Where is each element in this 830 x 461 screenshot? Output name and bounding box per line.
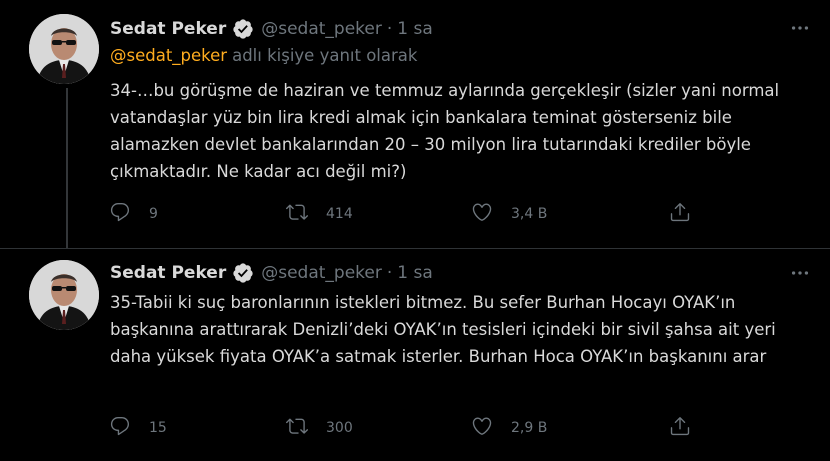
share-button[interactable] [669, 413, 691, 443]
timestamp[interactable]: 1 sa [397, 263, 433, 283]
reply-icon [109, 201, 131, 227]
share-button[interactable] [669, 199, 691, 229]
like-button[interactable]: 3,4 B [471, 199, 547, 229]
separator-dot: · [386, 19, 393, 39]
retweet-count: 300 [326, 420, 353, 436]
reply-icon [109, 415, 131, 441]
like-icon [471, 415, 493, 441]
more-icon[interactable] [786, 14, 814, 42]
tweet-text: 35-Tabii ki suç baronlarının istekleri b… [110, 293, 776, 366]
avatar-image [29, 14, 99, 84]
share-icon [669, 415, 691, 441]
retweet-count: 414 [326, 206, 353, 222]
share-icon [669, 201, 691, 227]
reply-mention-link[interactable]: @sedat_peker [110, 46, 227, 65]
reply-button[interactable]: 9 [109, 199, 158, 229]
tweet-actions: 15 300 2,9 B [105, 413, 705, 443]
author-handle[interactable]: @sedat_peker [261, 19, 382, 39]
reply-context-text: adlı kişiye yanıt olarak [232, 46, 418, 65]
more-icon[interactable] [786, 259, 814, 287]
tweet-header: Sedat Peker @sedat_peker · 1 sa [110, 258, 433, 288]
timestamp[interactable]: 1 sa [397, 19, 433, 39]
author-name[interactable]: Sedat Peker [110, 263, 226, 283]
tweet-actions: 9 414 3,4 B [105, 199, 705, 229]
retweet-icon [286, 201, 308, 227]
retweet-button[interactable]: 300 [286, 413, 353, 443]
reply-button[interactable]: 15 [109, 413, 167, 443]
tweet[interactable]: Sedat Peker @sedat_peker · 1 sa @sedat_p… [0, 0, 830, 249]
author-handle[interactable]: @sedat_peker [261, 263, 382, 283]
reply-count: 15 [149, 420, 167, 436]
verified-icon [232, 18, 254, 40]
like-button[interactable]: 2,9 B [471, 413, 547, 443]
like-icon [471, 201, 493, 227]
like-count: 3,4 B [511, 206, 548, 222]
avatar[interactable] [29, 14, 99, 84]
tweet[interactable]: Sedat Peker @sedat_peker · 1 sa 35-Tabii… [0, 249, 830, 461]
tweet-text: 34-…bu görüşme de haziran ve temmuz ayla… [110, 81, 780, 181]
avatar[interactable] [29, 260, 99, 330]
like-count: 2,9 B [511, 420, 548, 436]
author-name[interactable]: Sedat Peker [110, 19, 226, 39]
reply-context: @sedat_peker adlı kişiye yanıt olarak [110, 46, 417, 65]
reply-count: 9 [149, 206, 158, 222]
retweet-icon [286, 415, 308, 441]
avatar-image [29, 260, 99, 330]
separator-dot: · [386, 263, 393, 283]
thread-connector-line [66, 88, 68, 248]
retweet-button[interactable]: 414 [286, 199, 353, 229]
verified-icon [232, 262, 254, 284]
tweet-header: Sedat Peker @sedat_peker · 1 sa [110, 14, 433, 44]
